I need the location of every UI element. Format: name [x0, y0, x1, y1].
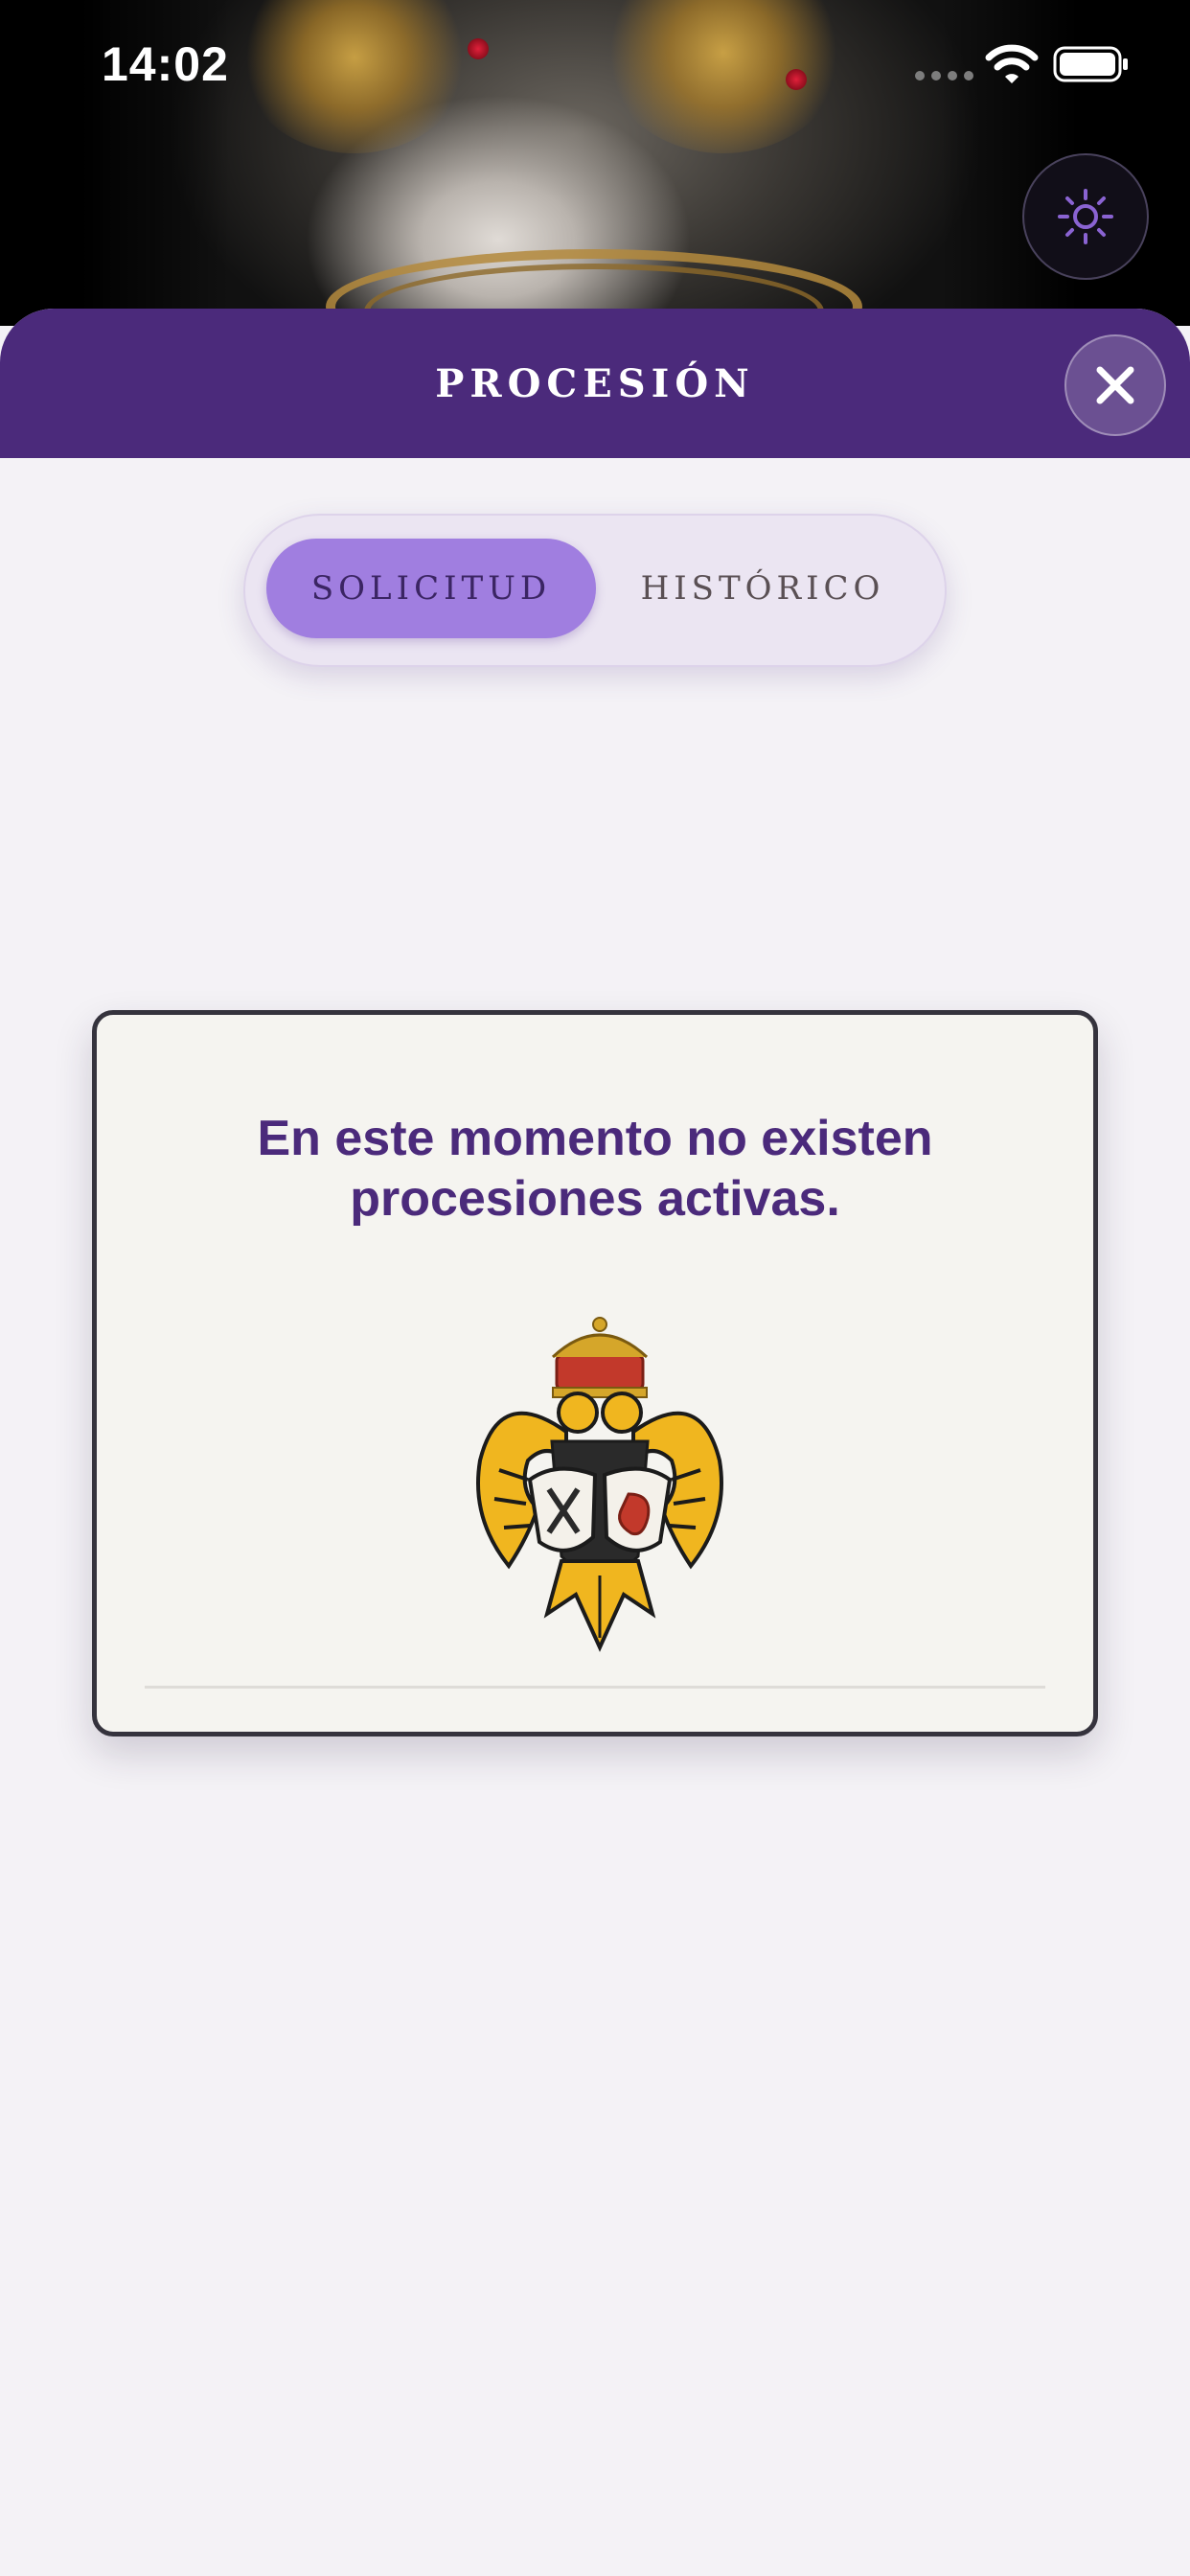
gold-crown-right	[604, 0, 843, 153]
tab-solicitud[interactable]: SOLICITUD	[266, 539, 596, 638]
wifi-icon	[985, 44, 1039, 83]
empty-state-message: En este momento no existen procesiones a…	[257, 1111, 933, 1227]
card-divider	[145, 1686, 1045, 1689]
battery-icon	[1053, 46, 1128, 82]
cellular-signal-icon	[915, 71, 973, 80]
sun-icon	[1058, 189, 1113, 244]
jewel-decoration	[786, 69, 807, 90]
close-button[interactable]	[1064, 334, 1166, 436]
page-title: PROCESIÓN	[435, 360, 755, 406]
tab-segmented-control: SOLICITUD HISTÓRICO	[243, 514, 947, 667]
procession-sheet: PROCESIÓN SOLICITUD HISTÓRICO En este mo…	[0, 309, 1190, 2576]
close-icon	[1096, 366, 1134, 404]
gold-crown-left	[240, 0, 469, 153]
tab-historico[interactable]: HISTÓRICO	[600, 539, 926, 638]
coat-of-arms-image	[476, 1317, 723, 1652]
jewel-decoration	[468, 38, 489, 59]
sheet-header: PROCESIÓN	[0, 309, 1190, 458]
empty-state-card: En este momento no existen procesiones a…	[92, 1010, 1098, 1736]
status-bar-time: 14:02	[102, 37, 229, 91]
theme-toggle-button[interactable]	[1022, 153, 1149, 280]
